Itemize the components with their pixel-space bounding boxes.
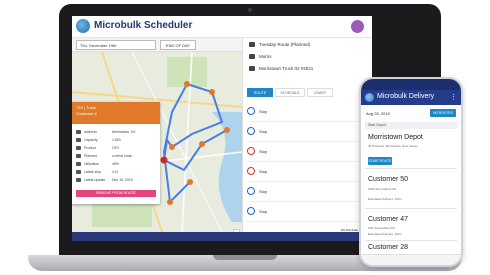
customer-delivery: Estimated Delivery: 150 L xyxy=(368,197,403,201)
truck-row: Planned current route xyxy=(76,154,158,160)
customer-name: Customer 47 xyxy=(368,216,409,223)
route-icon xyxy=(249,42,255,48)
history-icon xyxy=(76,178,81,183)
app-title: Microbulk Scheduler xyxy=(94,20,193,31)
map-pin[interactable] xyxy=(199,141,205,147)
toolbar: Thu, December 19th END OF DAY xyxy=(72,38,242,52)
stop-list-item[interactable]: Stop xyxy=(247,142,367,162)
customer-card[interactable]: Customer 50 1000 Somewhere Rd Estimated … xyxy=(365,173,457,209)
truck-icon xyxy=(249,66,255,72)
stop-badge-icon xyxy=(247,187,255,195)
date-select[interactable]: Thu, December 19th xyxy=(76,40,156,50)
footer-band xyxy=(72,232,372,241)
region-row: Morris xyxy=(249,54,272,62)
webcam xyxy=(248,8,252,12)
app-logo xyxy=(365,93,374,102)
app-header: Microbulk Scheduler xyxy=(72,16,372,38)
stop-list-item[interactable]: Stop xyxy=(247,102,367,122)
stop-badge-icon xyxy=(247,167,255,175)
map-pin[interactable] xyxy=(184,81,190,87)
map-pin-selected[interactable] xyxy=(160,156,168,164)
stop-list-item[interactable]: Stop xyxy=(247,182,367,202)
truck-row: Morristown Truck 02 #2021 xyxy=(249,66,313,74)
region-icon xyxy=(249,54,255,60)
device-mockup: Microbulk Scheduler Thu, December 19th E… xyxy=(0,0,490,275)
route-map[interactable]: T10 | Truck Customer # Address Morristown… xyxy=(72,52,242,232)
customer-card[interactable]: Customer 28 xyxy=(365,242,457,254)
customer-card[interactable]: Customer 47 100 Somewhere Rd Estimated D… xyxy=(365,213,457,241)
stop-list-item[interactable]: Stop xyxy=(247,162,367,182)
map-pin[interactable] xyxy=(209,89,215,95)
park-area xyxy=(92,202,152,227)
stop-badge-icon xyxy=(247,207,255,215)
stop-list-item[interactable]: Stop xyxy=(247,122,367,142)
depot-card[interactable]: Morristown Depot 40 Park Ave, Morristown… xyxy=(365,131,457,169)
stop-badge-icon xyxy=(247,147,255,155)
truck-row: Latest update Dec 19, 2019 xyxy=(76,178,158,184)
truck-card: T10 | Truck Customer # Address Morristown… xyxy=(72,102,160,204)
route-name-row[interactable]: Tuesday Route (Planned) xyxy=(249,42,310,50)
tab-schedule[interactable]: SCHEDULE xyxy=(275,88,305,97)
no-routes-button[interactable]: NO ROUTES xyxy=(430,109,456,117)
depot-address: 40 Park Ave, Morristown, New Jersey xyxy=(368,144,418,148)
location-icon xyxy=(76,130,81,135)
end-of-day-button[interactable]: END OF DAY xyxy=(160,40,196,50)
clock-icon xyxy=(76,170,81,175)
map-pin[interactable] xyxy=(169,144,175,150)
map-pin[interactable] xyxy=(167,199,173,205)
gauge-icon xyxy=(76,162,81,167)
truck-card-subtitle: Customer # xyxy=(76,111,97,116)
more-vert-icon[interactable]: ⋮ xyxy=(450,93,457,101)
phone-mockup: Microbulk Delivery ⋮ Aug 28, 2019 NO ROU… xyxy=(359,77,463,267)
customer-address: 100 Somewhere Rd xyxy=(368,226,395,230)
phone-date: Aug 28, 2019 xyxy=(366,111,390,116)
phone-app-bar: Microbulk Delivery ⋮ xyxy=(361,90,461,105)
truck-row: Latest stop 4:11 xyxy=(76,170,158,176)
calendar-icon xyxy=(76,154,81,159)
truck-row: Address Morristown, NJ xyxy=(76,130,158,136)
phone-app-title: Microbulk Delivery xyxy=(377,93,435,100)
truck-row: Product OXY xyxy=(76,146,158,152)
customer-address: 1000 Somewhere Rd xyxy=(368,187,397,191)
remove-from-route-button[interactable]: REMOVE FROM ROUTE xyxy=(76,190,156,197)
route-panel: Tuesday Route (Planned) Morris Morristow… xyxy=(242,38,372,232)
stop-badge-icon xyxy=(247,127,255,135)
customer-delivery: Estimated Delivery: 100 L xyxy=(368,232,403,236)
truck-row: Capacity 1,500 xyxy=(76,138,158,144)
customer-name: Customer 28 xyxy=(368,244,409,251)
truck-row: Utilization 45% xyxy=(76,162,158,168)
depot-name: Morristown Depot xyxy=(368,134,423,141)
stop-badge-icon xyxy=(247,107,255,115)
start-route-button[interactable]: START ROUTE xyxy=(368,157,392,165)
capacity-icon xyxy=(76,138,81,143)
laptop-notch xyxy=(213,255,277,260)
tab-chart[interactable]: CHART xyxy=(307,88,333,97)
truck-card-header: T10 | Truck Customer # xyxy=(72,102,160,124)
panel-tabs: ROUTE SCHEDULE CHART xyxy=(243,88,372,97)
avatar[interactable] xyxy=(351,20,364,33)
app-logo xyxy=(76,19,90,33)
start-depot-header: Start Depot xyxy=(365,122,457,129)
map-pin[interactable] xyxy=(187,179,193,185)
tab-route[interactable]: ROUTE xyxy=(247,88,273,97)
customer-name: Customer 50 xyxy=(368,176,409,183)
map-pin[interactable] xyxy=(224,127,230,133)
product-icon xyxy=(76,146,81,151)
laptop-screen: Microbulk Scheduler Thu, December 19th E… xyxy=(72,16,372,241)
phone-nav-bar xyxy=(361,254,461,265)
phone-status-bar xyxy=(361,79,461,90)
stop-list-item[interactable]: Stop xyxy=(247,202,367,222)
